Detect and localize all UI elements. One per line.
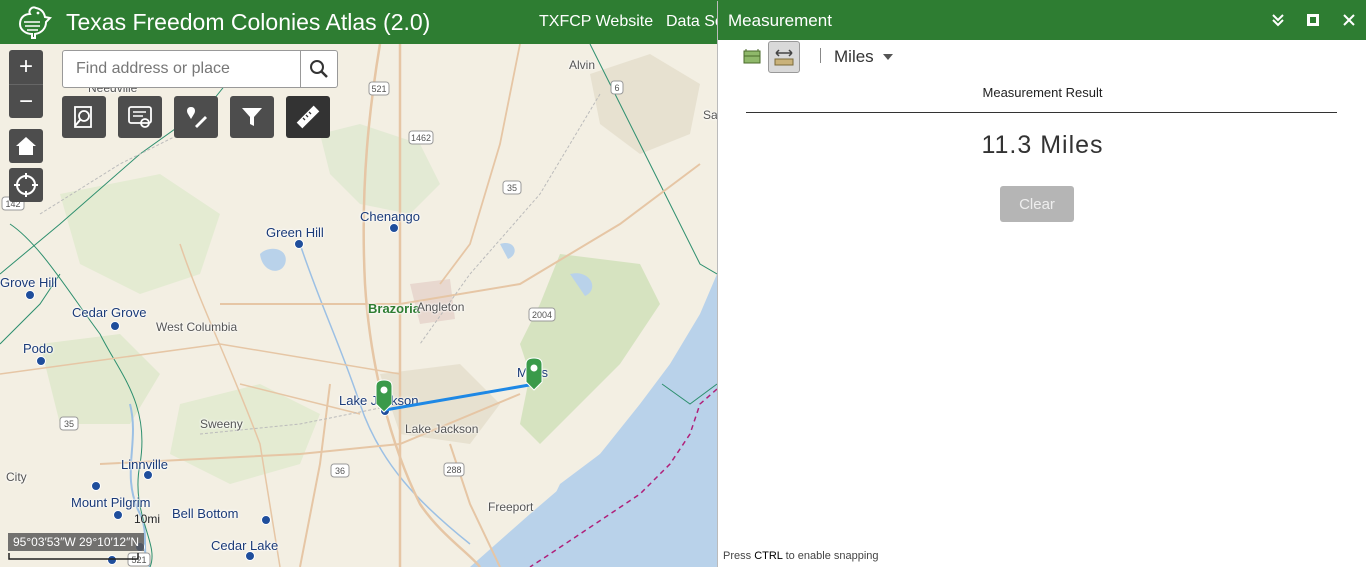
bird-logo-icon [18, 6, 52, 39]
map-view[interactable]: 521 1462 35 6 2004 35 36 288 521 142 Nee… [0, 44, 717, 567]
filter-icon [242, 108, 262, 126]
plus-icon: + [18, 53, 33, 80]
result-label: Measurement Result [982, 85, 1103, 100]
home-icon [16, 137, 36, 155]
scale-bar [8, 553, 139, 560]
measurement-line [384, 382, 536, 412]
measurement-value: 11.3 Miles [981, 131, 1104, 159]
measurement-panel: Measurement Miles Measurement Result 11.… [717, 1, 1366, 567]
search-button[interactable] [300, 51, 337, 87]
ruler-icon [296, 105, 320, 129]
colony-point[interactable] [245, 551, 255, 561]
close-button[interactable] [1339, 10, 1359, 30]
snap-hint-key: CTRL [754, 550, 783, 562]
txfcp-website-link[interactable]: TXFCP Website [539, 13, 653, 31]
draw-icon [187, 107, 207, 128]
distance-icon [774, 49, 794, 66]
crosshair-icon [14, 173, 38, 197]
snap-hint-suffix: to enable snapping [782, 550, 879, 562]
clear-button[interactable]: Clear [1000, 186, 1074, 222]
colony-point[interactable] [389, 223, 399, 233]
close-icon [1343, 14, 1355, 26]
snap-hint-prefix: Press [723, 550, 755, 562]
colony-point[interactable] [294, 239, 304, 249]
search-icon [310, 60, 328, 78]
panel-header: Measurement [718, 1, 1366, 40]
caret-down-icon[interactable] [883, 54, 893, 60]
scale-label: 10mi [134, 512, 161, 526]
start-marker-icon[interactable] [375, 379, 393, 413]
distance-tool-button[interactable] [768, 41, 800, 73]
area-tool-button[interactable] [736, 41, 768, 73]
colony-point[interactable] [143, 470, 153, 480]
zoom-in-button[interactable]: + [9, 50, 43, 84]
minus-icon: − [18, 87, 33, 115]
zoom-out-button[interactable]: − [9, 84, 43, 118]
colony-point[interactable] [110, 321, 120, 331]
search-box [62, 50, 338, 88]
locate-button[interactable] [9, 168, 43, 202]
home-button[interactable] [9, 129, 43, 163]
snapping-hint: Press CTRL to enable snapping [723, 550, 879, 562]
colony-point[interactable] [25, 290, 35, 300]
collapse-button[interactable] [1268, 10, 1288, 30]
app-title: Texas Freedom Colonies Atlas (2.0) [66, 9, 431, 35]
measure-toolbar: Miles [736, 41, 1036, 73]
maximize-button[interactable] [1303, 10, 1323, 30]
unit-dropdown[interactable]: Miles [834, 47, 874, 67]
maximize-icon [1307, 14, 1319, 26]
measure-button[interactable] [286, 96, 330, 138]
search-layer-icon [74, 106, 92, 128]
area-icon [743, 49, 761, 64]
colony-point[interactable] [91, 481, 101, 491]
divider [746, 112, 1337, 113]
search-input[interactable] [63, 51, 301, 87]
draw-button[interactable] [174, 96, 218, 138]
legend-button[interactable] [118, 96, 162, 138]
filter-button[interactable] [230, 96, 274, 138]
search-layer-button[interactable] [62, 96, 106, 138]
data-sources-link[interactable]: Data Sc [666, 13, 723, 31]
coordinate-readout: 95°03′53″W 29°10′12″N [8, 533, 145, 551]
double-chevron-down-icon [1272, 14, 1284, 27]
overlay-layer [25, 223, 543, 565]
toolbar-divider [820, 48, 821, 63]
legend-icon [128, 106, 152, 128]
colony-point[interactable] [36, 356, 46, 366]
colony-point[interactable] [113, 510, 123, 520]
panel-title: Measurement [728, 11, 832, 30]
colony-point[interactable] [261, 515, 271, 525]
